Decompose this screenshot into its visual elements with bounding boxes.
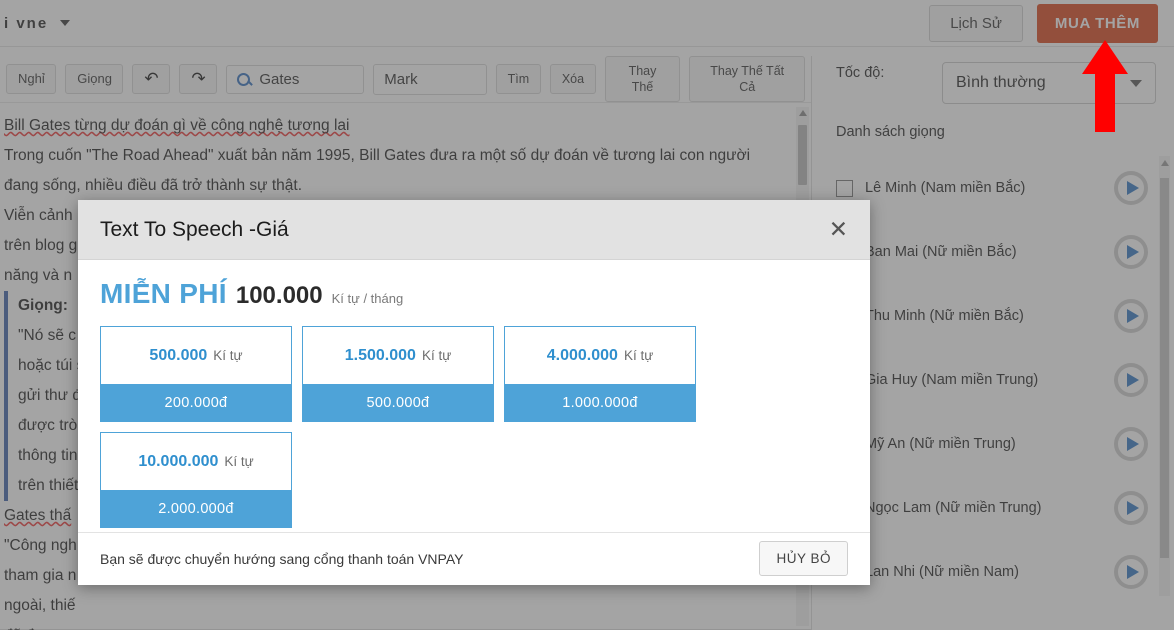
plan-unit: Kí tự xyxy=(224,454,254,469)
plan-quantity: 500.000 xyxy=(149,346,208,364)
plan-price-button[interactable]: 500.000đ xyxy=(303,384,493,421)
cancel-button[interactable]: HỦY BỎ xyxy=(759,541,848,576)
plan-card[interactable]: 10.000.000 Kí tự 2.000.000đ xyxy=(100,432,292,528)
plan-card[interactable]: 4.000.000 Kí tự 1.000.000đ xyxy=(504,326,696,422)
plan-card-header: 500.000 Kí tự xyxy=(101,327,291,384)
plan-quantity: 4.000.000 xyxy=(546,346,618,364)
plan-card-header: 1.500.000 Kí tự xyxy=(303,327,493,384)
plan-card-header: 4.000.000 Kí tự xyxy=(505,327,695,384)
close-icon[interactable]: ✕ xyxy=(829,218,848,241)
plan-card[interactable]: 500.000 Kí tự 200.000đ xyxy=(100,326,292,422)
plan-price-button[interactable]: 200.000đ xyxy=(101,384,291,421)
plan-unit: Kí tự xyxy=(213,348,243,363)
plan-card-grid: 500.000 Kí tự 200.000đ 1.500.000 Kí tự 5… xyxy=(100,326,848,528)
free-tier-amount: 100.000 xyxy=(235,282,323,309)
plan-unit: Kí tự xyxy=(421,348,452,363)
free-tier-label: MIỄN PHÍ xyxy=(100,278,227,309)
app-root: i vne Lịch Sử MUA THÊM Nghỉ Giọng ↶ ↷ Ga… xyxy=(0,0,1174,630)
payment-redirect-note: Bạn sẽ được chuyển hướng sang cổng thanh… xyxy=(100,550,464,567)
annotation-arrow-icon xyxy=(1082,40,1128,132)
pricing-modal: Text To Speech -Giá ✕ MIỄN PHÍ 100.000 K… xyxy=(78,200,870,585)
plan-price-button[interactable]: 1.000.000đ xyxy=(505,384,695,421)
plan-price-button[interactable]: 2.000.000đ xyxy=(101,490,291,527)
plan-card[interactable]: 1.500.000 Kí tự 500.000đ xyxy=(302,326,494,422)
plan-unit: Kí tự xyxy=(623,348,654,363)
modal-header: Text To Speech -Giá ✕ xyxy=(78,200,870,260)
modal-body: MIỄN PHÍ 100.000 Kí tự / tháng 500.000 K… xyxy=(78,260,870,532)
plan-quantity: 10.000.000 xyxy=(138,452,219,470)
free-tier-unit: Kí tự / tháng xyxy=(331,291,404,306)
plan-card-header: 10.000.000 Kí tự xyxy=(101,433,291,490)
modal-footer: Bạn sẽ được chuyển hướng sang cổng thanh… xyxy=(78,532,870,584)
free-tier-row: MIỄN PHÍ 100.000 Kí tự / tháng xyxy=(100,278,848,310)
plan-quantity: 1.500.000 xyxy=(344,346,416,364)
modal-title: Text To Speech -Giá xyxy=(100,217,289,241)
